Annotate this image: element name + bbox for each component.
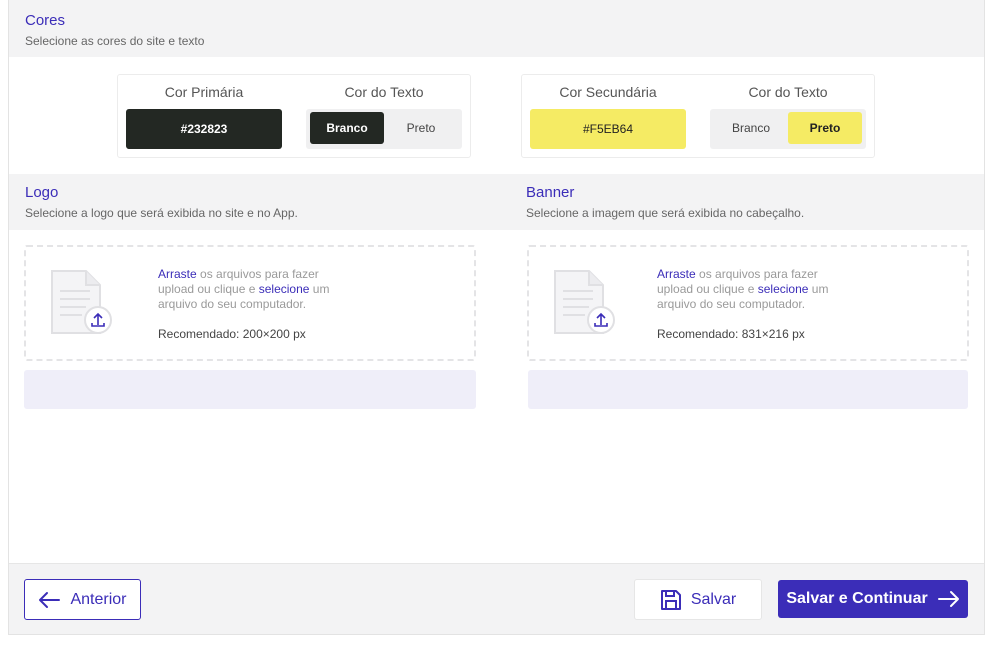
banner-title: Banner <box>526 184 575 201</box>
save-button[interactable]: Salvar <box>634 579 762 620</box>
primary-text-option-preto[interactable]: Preto <box>384 112 458 144</box>
secondary-color-value: #F5EB64 <box>582 122 634 136</box>
previous-button-label: Anterior <box>70 590 127 608</box>
save-button-label: Salvar <box>690 590 737 608</box>
secondary-text-option-branco[interactable]: Branco <box>714 112 788 144</box>
logo-subtitle: Selecione a logo que será exibida no sit… <box>25 206 298 220</box>
file-upload-icon <box>554 270 615 334</box>
save-disk-icon <box>660 589 681 610</box>
colors-title: Cores <box>25 12 66 29</box>
logo-drag-link[interactable]: Arraste <box>158 267 197 281</box>
colors-section-header: Cores Selecione as cores do site e texto <box>9 0 984 57</box>
colors-subtitle: Selecione as cores do site e texto <box>25 34 205 48</box>
logo-title: Logo <box>25 184 59 201</box>
arrow-left-icon <box>39 591 61 608</box>
logo-preview-bar <box>24 370 476 409</box>
logo-drop-instructions: Arraste os arquivos para fazer upload ou… <box>158 267 358 312</box>
banner-preview-bar <box>528 370 968 409</box>
primary-color-swatch[interactable]: #232823 <box>126 109 282 149</box>
primary-text-option-branco[interactable]: Branco <box>310 112 384 144</box>
save-and-continue-button[interactable]: Salvar e Continuar <box>778 580 968 618</box>
primary-text-color-label: Cor do Texto <box>344 84 424 100</box>
primary-text-color-toggle: Branco Preto <box>306 109 462 149</box>
secondary-color-card: Cor Secundária Cor do Texto #F5EB64 Bran… <box>521 74 875 158</box>
banner-subtitle: Selecione a imagem que será exibida no c… <box>526 206 805 220</box>
save-and-continue-label: Salvar e Continuar <box>786 590 928 607</box>
logo-select-link[interactable]: selecione <box>259 282 310 296</box>
secondary-text-color-toggle: Branco Preto <box>710 109 866 149</box>
banner-select-link[interactable]: selecione <box>758 282 809 296</box>
secondary-text-color-label: Cor do Texto <box>748 84 828 100</box>
media-section-header: Logo Selecione a logo que será exibida n… <box>9 174 984 230</box>
primary-color-card: Cor Primária Cor do Texto #232823 Branco… <box>117 74 471 158</box>
footer-bar: Anterior Salvar Salvar e Continuar <box>9 563 984 634</box>
secondary-color-label: Cor Secundária <box>559 84 657 100</box>
secondary-color-swatch[interactable]: #F5EB64 <box>530 109 686 149</box>
banner-drag-link[interactable]: Arraste <box>657 267 696 281</box>
banner-dropzone[interactable]: Arraste os arquivos para fazer upload ou… <box>527 245 969 361</box>
arrow-right-icon <box>937 591 959 607</box>
banner-recommended-size: Recomendado: 831×216 px <box>657 327 805 341</box>
primary-color-value: #232823 <box>180 122 228 136</box>
logo-recommended-size: Recomendado: 200×200 px <box>158 327 306 341</box>
previous-button[interactable]: Anterior <box>24 579 141 620</box>
logo-dropzone[interactable]: Arraste os arquivos para fazer upload ou… <box>24 245 476 361</box>
file-upload-icon <box>51 270 112 334</box>
banner-drop-instructions: Arraste os arquivos para fazer upload ou… <box>657 267 857 312</box>
secondary-text-option-preto[interactable]: Preto <box>788 112 862 144</box>
primary-color-label: Cor Primária <box>164 84 244 100</box>
